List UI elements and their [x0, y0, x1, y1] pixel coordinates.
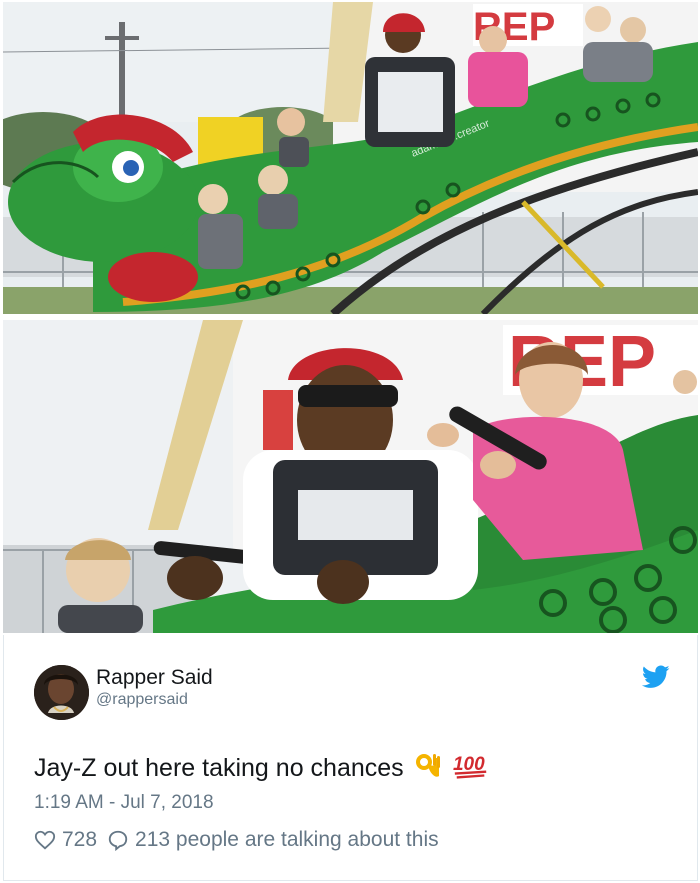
twitter-bird-icon[interactable]: [642, 665, 670, 689]
display-name[interactable]: Rapper Said: [96, 666, 213, 690]
avatar-image: [34, 665, 89, 720]
tweet-text: Jay-Z out here taking no chances 100: [34, 752, 490, 787]
coaster-photo-closeup: REP: [3, 320, 698, 633]
tweet-card: Rapper Said @rappersaid Jay-Z out here t…: [3, 635, 698, 881]
talking-count[interactable]: 213 people are talking about this: [135, 828, 439, 852]
hundred-points-emoji: 100: [452, 752, 490, 787]
tweet-screenshot: REP Rapper Said @rappersaid Jay-Z out he…: [0, 0, 700, 883]
heart-icon[interactable]: [34, 829, 56, 851]
coaster-photo-wide: REP: [3, 2, 698, 314]
photo-top: REP: [3, 2, 698, 314]
ok-hand-emoji: [415, 752, 441, 787]
speech-bubble-icon[interactable]: [107, 829, 129, 852]
avatar[interactable]: [34, 665, 89, 720]
engagement-bar: 728 213 people are talking about this: [34, 828, 439, 852]
like-count: 728: [62, 828, 98, 851]
user-handle[interactable]: @rappersaid: [96, 691, 188, 709]
tweet-text-content: Jay-Z out here taking no chances: [34, 754, 404, 782]
tweet-timestamp[interactable]: 1:19 AM - Jul 7, 2018: [34, 792, 214, 814]
photo-bottom: REP: [3, 320, 698, 633]
